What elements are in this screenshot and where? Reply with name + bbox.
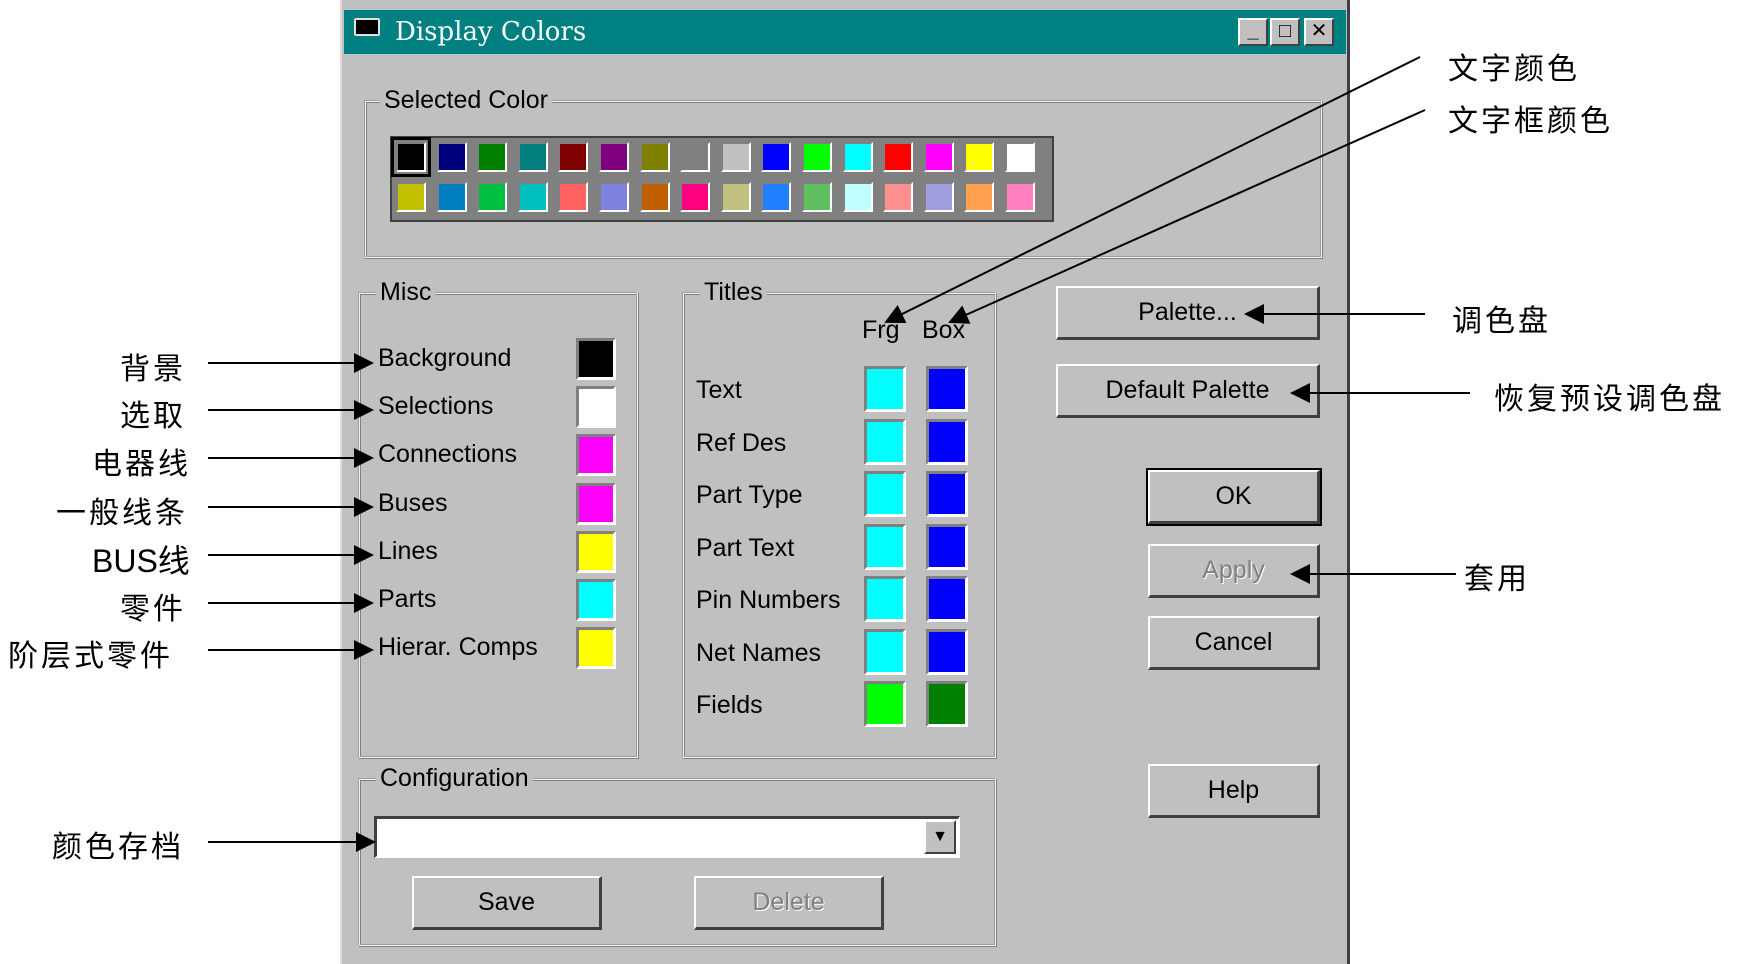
annotation-hierar: 阶层式零件: [8, 639, 173, 674]
palette-swatch[interactable]: [558, 142, 589, 172]
annotation-apply: 套用: [1464, 562, 1530, 597]
palette-swatch[interactable]: [964, 142, 995, 172]
palette-swatch[interactable]: [761, 182, 792, 212]
palette-swatch[interactable]: [517, 182, 548, 212]
palette-swatch[interactable]: [802, 182, 832, 212]
palette-swatch[interactable]: [842, 182, 873, 212]
palette-swatch[interactable]: [436, 182, 467, 212]
palette-swatch[interactable]: [761, 142, 792, 172]
annotation-parts: 零件: [120, 592, 186, 627]
palette-swatch[interactable]: [883, 142, 914, 172]
palette-swatch[interactable]: [842, 142, 873, 172]
annotation-connections: 电器线: [92, 447, 191, 482]
palette-swatch[interactable]: [599, 142, 629, 172]
palette-swatch[interactable]: [802, 142, 832, 172]
palette-swatch[interactable]: [477, 182, 508, 212]
palette-swatch[interactable]: [599, 182, 629, 212]
palette-swatch[interactable]: [558, 182, 589, 212]
annotation-palette: 调色盘: [1452, 304, 1551, 339]
palette-swatch[interactable]: [396, 182, 426, 212]
palette-swatch[interactable]: [720, 182, 751, 212]
palette-swatch[interactable]: [391, 137, 431, 177]
annotation-arrows: [208, 56, 1470, 852]
palette-swatch[interactable]: [436, 142, 467, 172]
palette-swatch[interactable]: [680, 182, 711, 212]
palette-swatch[interactable]: [720, 142, 751, 172]
annotation-text-color: 文字颜色: [1448, 52, 1580, 87]
palette-swatch[interactable]: [923, 142, 954, 172]
palette-swatch[interactable]: [883, 182, 914, 212]
palette-swatch[interactable]: [639, 142, 670, 172]
palette-swatch[interactable]: [639, 182, 670, 212]
palette-swatch[interactable]: [964, 182, 995, 212]
palette-swatch[interactable]: [1005, 182, 1035, 212]
annotation-selections: 选取: [120, 399, 186, 434]
annotation-background: 背景: [120, 352, 186, 387]
palette-swatch[interactable]: [477, 142, 508, 172]
palette-swatch[interactable]: [1005, 142, 1035, 172]
palette-swatch[interactable]: [680, 142, 711, 172]
annotation-box-color: 文字框颜色: [1448, 104, 1613, 139]
annotation-buses: 一般线条: [56, 496, 188, 531]
annotation-config: 颜色存档: [52, 830, 184, 865]
annotation-lines: BUS线: [92, 543, 190, 579]
annotation-default-palette: 恢复预设调色盘: [1494, 382, 1725, 417]
palette-swatch[interactable]: [923, 182, 954, 212]
palette-swatch[interactable]: [517, 142, 548, 172]
